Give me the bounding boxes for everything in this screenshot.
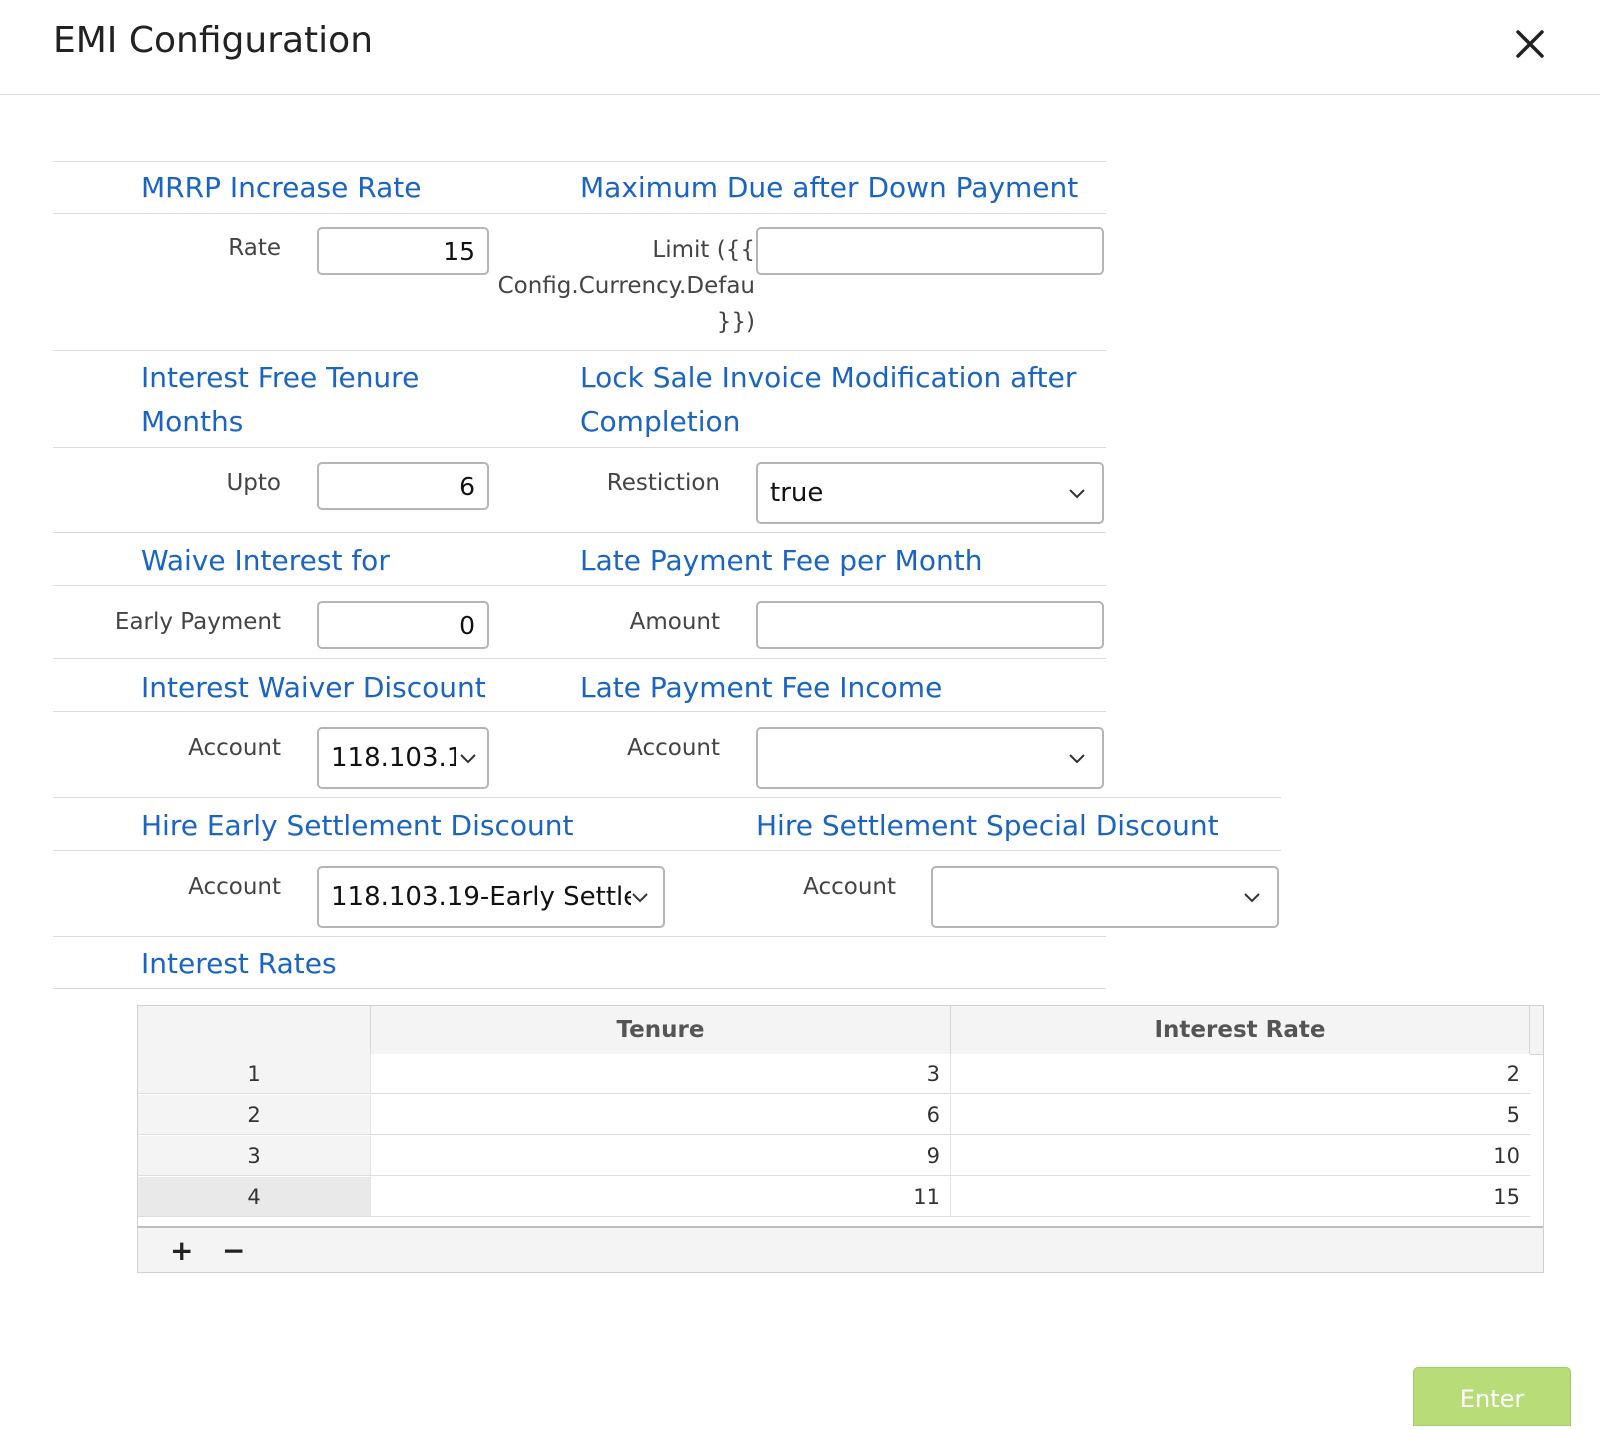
interest-waiver-account-value: 118.103.1 bbox=[331, 743, 456, 773]
dialog-header: EMI Configuration bbox=[0, 0, 1600, 95]
tenure-cell[interactable]: 9 bbox=[370, 1136, 950, 1176]
table-footer: + − bbox=[138, 1226, 1543, 1272]
table-header-index bbox=[138, 1006, 370, 1054]
interest-rate-cell[interactable]: 15 bbox=[950, 1177, 1530, 1217]
table-row[interactable]: 1 3 2 bbox=[138, 1054, 1543, 1095]
hire-special-account-select[interactable] bbox=[931, 866, 1279, 928]
interest-waiver-section-title: Interest Waiver Discount bbox=[141, 671, 486, 704]
waive-interest-section-title: Waive Interest for bbox=[141, 544, 390, 577]
divider bbox=[53, 532, 1106, 533]
interest-free-upto-label: Upto bbox=[226, 470, 281, 496]
tenure-cell[interactable]: 3 bbox=[370, 1054, 950, 1094]
waive-early-payment-label: Early Payment bbox=[114, 609, 281, 635]
interest-rate-cell[interactable]: 2 bbox=[950, 1054, 1530, 1094]
table-header-interest-rate[interactable]: Interest Rate bbox=[950, 1006, 1530, 1054]
lock-sale-restriction-label: Restiction bbox=[606, 470, 720, 496]
mrrp-rate-label: Rate bbox=[228, 235, 281, 261]
row-index: 3 bbox=[138, 1136, 370, 1176]
divider bbox=[53, 988, 1106, 989]
tenure-cell[interactable]: 6 bbox=[370, 1095, 950, 1135]
interest-rates-section-title: Interest Rates bbox=[141, 947, 337, 980]
divider bbox=[53, 850, 1281, 851]
lock-sale-section-title: Lock Sale Invoice Modification after Com… bbox=[580, 361, 1077, 438]
dialog-title: EMI Configuration bbox=[53, 20, 374, 61]
chevron-down-icon bbox=[460, 754, 476, 764]
add-row-button[interactable]: + bbox=[170, 1236, 193, 1266]
late-fee-amount-label: Amount bbox=[629, 609, 720, 635]
divider bbox=[53, 797, 1281, 798]
divider bbox=[53, 585, 1106, 586]
divider bbox=[53, 658, 1106, 659]
table-row[interactable]: 3 9 10 bbox=[138, 1136, 1543, 1177]
hire-early-account-label: Account bbox=[188, 874, 281, 900]
interest-waiver-account-select[interactable]: 118.103.1 bbox=[317, 727, 489, 789]
chevron-down-icon bbox=[1069, 489, 1085, 499]
table-row[interactable]: 2 6 5 bbox=[138, 1095, 1543, 1136]
remove-row-button[interactable]: − bbox=[222, 1236, 245, 1266]
lock-sale-restriction-value: true bbox=[770, 478, 824, 508]
chevron-down-icon bbox=[1244, 893, 1260, 903]
hire-special-section-title: Hire Settlement Special Discount bbox=[756, 809, 1219, 842]
table-header: Tenure Interest Rate bbox=[138, 1006, 1543, 1055]
interest-free-section-title: Interest Free Tenure Months bbox=[141, 361, 420, 438]
divider bbox=[53, 936, 1106, 937]
waive-early-payment-input[interactable] bbox=[317, 601, 489, 649]
hire-early-section-title: Hire Early Settlement Discount bbox=[141, 809, 574, 842]
row-index: 1 bbox=[138, 1054, 370, 1094]
chevron-down-icon bbox=[1069, 754, 1085, 764]
mrrp-section-title: MRRP Increase Rate bbox=[141, 171, 422, 204]
divider bbox=[53, 447, 1106, 448]
table-row[interactable]: 4 11 15 bbox=[138, 1177, 1543, 1218]
interest-free-upto-input[interactable] bbox=[317, 462, 489, 510]
close-button[interactable] bbox=[1512, 26, 1548, 62]
divider bbox=[53, 161, 1106, 162]
row-index: 2 bbox=[138, 1095, 370, 1135]
late-fee-section-title: Late Payment Fee per Month bbox=[580, 544, 983, 577]
divider bbox=[53, 213, 1106, 214]
interest-rates-table: Tenure Interest Rate 1 3 2 2 6 5 3 9 10 … bbox=[137, 1005, 1544, 1273]
divider bbox=[53, 350, 1106, 351]
tenure-cell[interactable]: 11 bbox=[370, 1177, 950, 1217]
lock-sale-restriction-select[interactable]: true bbox=[756, 462, 1104, 524]
late-fee-income-account-select[interactable] bbox=[756, 727, 1104, 789]
enter-button[interactable]: Enter bbox=[1413, 1367, 1571, 1426]
hire-early-account-select[interactable]: 118.103.19-Early Settlen bbox=[317, 866, 665, 928]
table-header-tenure[interactable]: Tenure bbox=[370, 1006, 950, 1054]
interest-waiver-account-label: Account bbox=[188, 735, 281, 761]
mrrp-rate-input[interactable] bbox=[317, 227, 489, 275]
late-fee-income-account-label: Account bbox=[627, 735, 720, 761]
late-fee-income-section-title: Late Payment Fee Income bbox=[580, 671, 943, 704]
hire-special-account-label: Account bbox=[803, 874, 896, 900]
max-due-limit-input[interactable] bbox=[756, 227, 1104, 275]
divider bbox=[53, 711, 1106, 712]
close-icon[interactable] bbox=[1512, 26, 1548, 62]
max-due-section-title: Maximum Due after Down Payment bbox=[580, 171, 1079, 204]
hire-early-account-value: 118.103.19-Early Settlen bbox=[331, 882, 631, 912]
interest-rate-cell[interactable]: 5 bbox=[950, 1095, 1530, 1135]
chevron-down-icon bbox=[632, 893, 648, 903]
interest-rate-cell[interactable]: 10 bbox=[950, 1136, 1530, 1176]
max-due-limit-label: Limit ({{ Config.Currency.Defau }}) bbox=[497, 237, 755, 335]
late-fee-amount-input[interactable] bbox=[756, 601, 1104, 649]
row-index: 4 bbox=[138, 1177, 370, 1217]
